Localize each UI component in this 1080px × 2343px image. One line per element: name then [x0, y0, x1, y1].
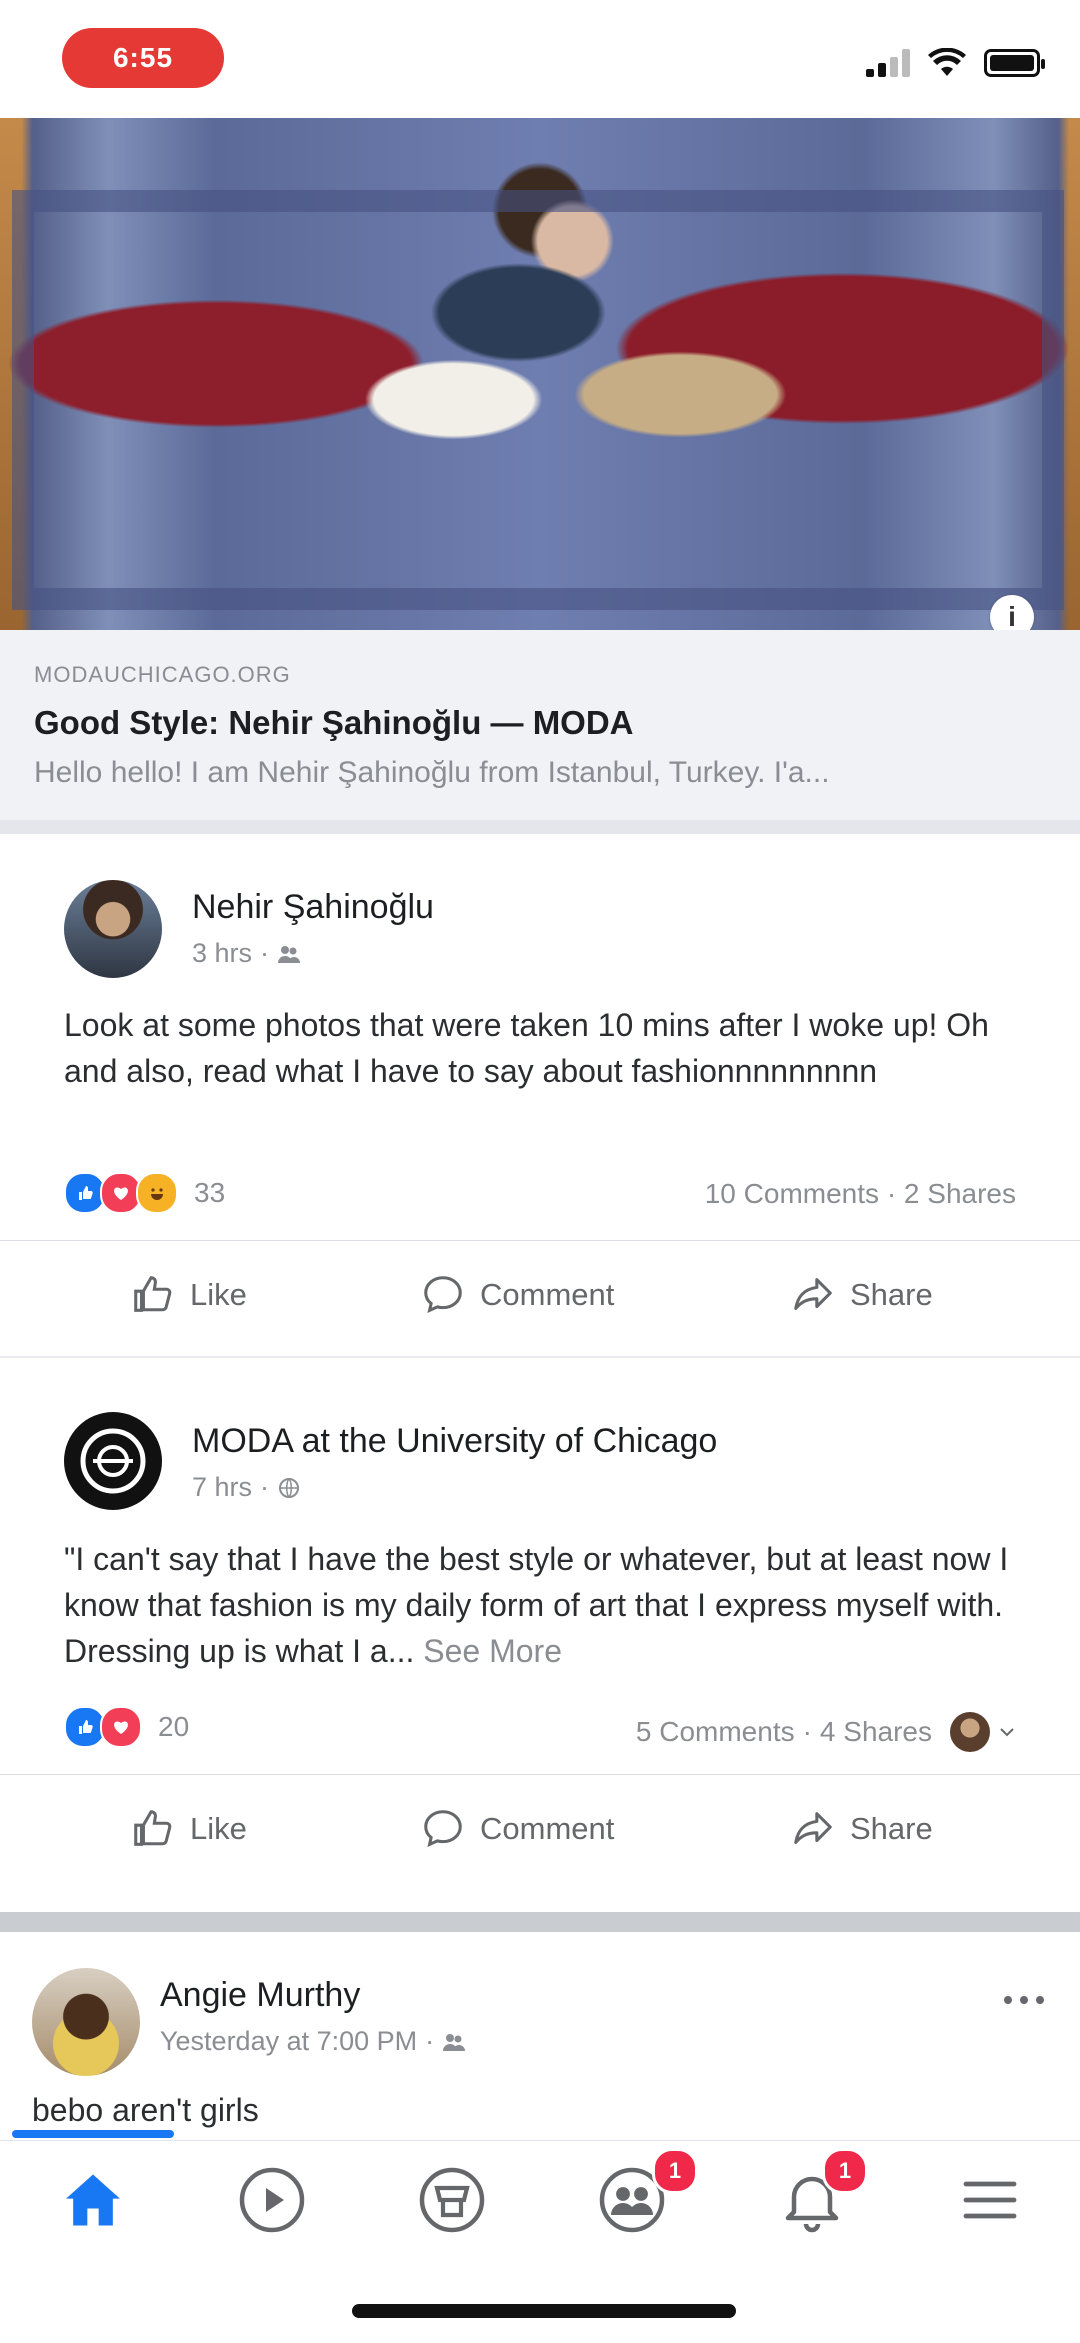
share-icon	[794, 1812, 832, 1844]
tab-watch[interactable]	[232, 2160, 312, 2240]
share-count[interactable]: 2 Shares	[904, 1178, 1016, 1209]
active-tab-indicator	[12, 2130, 174, 2138]
post-separator	[0, 1356, 1080, 1358]
post-author[interactable]: MODA at the University of Chicago	[192, 1422, 717, 1461]
like-icon	[134, 1810, 172, 1846]
groups-badge: 1	[652, 2148, 698, 2194]
post-stats[interactable]: 10 Comments · 2 Shares	[705, 1178, 1016, 1210]
comment-icon	[424, 1276, 462, 1313]
link-description: Hello hello! I am Nehir Şahinoğlu from I…	[34, 756, 830, 789]
link-source: MODAUCHICAGO.ORG	[34, 662, 291, 687]
post-meta: 7 hrs ·	[192, 1472, 301, 1503]
chevron-down-icon[interactable]	[998, 1723, 1016, 1741]
post-meta: 3 hrs ·	[192, 938, 301, 969]
hamburger-menu-icon	[963, 2181, 1017, 2219]
section-divider	[0, 820, 1080, 834]
like-button[interactable]: Like	[130, 1806, 247, 1852]
post-text: bebo aren't girls	[32, 2092, 259, 2128]
battery-icon	[984, 49, 1045, 77]
love-reaction-icon	[100, 1706, 142, 1748]
moda-logo	[80, 1428, 146, 1494]
public-globe-icon	[279, 1477, 300, 1498]
wifi-icon	[928, 48, 966, 76]
share-button[interactable]: Share	[790, 1806, 933, 1852]
post-divider	[0, 1240, 1080, 1241]
see-more-link[interactable]: See More	[423, 1633, 562, 1669]
share-icon	[794, 1278, 832, 1310]
status-icons	[866, 48, 1045, 78]
post-time: 7 hrs	[192, 1472, 253, 1502]
reaction-count: 20	[158, 1711, 190, 1742]
tab-marketplace[interactable]	[412, 2160, 492, 2240]
share-count[interactable]: 4 Shares	[820, 1716, 932, 1748]
reaction-count: 33	[194, 1177, 226, 1208]
post-author[interactable]: Angie Murthy	[160, 1976, 360, 2015]
sharer-avatar[interactable]	[950, 1712, 990, 1752]
post-meta: Yesterday at 7:00 PM ·	[160, 2026, 466, 2057]
screen-recording-pill[interactable]: 6:55	[62, 28, 224, 88]
status-time: 6:55	[112, 42, 174, 73]
link-title: Good Style: Nehir Şahinoğlu — MODA	[34, 704, 634, 741]
comment-count[interactable]: 5 Comments	[636, 1716, 795, 1748]
like-button[interactable]: Like	[130, 1272, 247, 1318]
post-time: Yesterday at 7:00 PM	[160, 2026, 418, 2056]
reaction-summary[interactable]: 20	[64, 1706, 189, 1748]
tab-menu[interactable]	[950, 2160, 1030, 2240]
friends-audience-icon	[278, 945, 301, 963]
section-divider	[0, 1912, 1080, 1932]
avatar-moda[interactable]	[64, 1412, 162, 1510]
comment-count[interactable]: 10 Comments	[705, 1178, 879, 1209]
post-text: Look at some photos that were taken 10 m…	[64, 1007, 989, 1089]
haha-reaction-icon	[136, 1172, 178, 1214]
post-time: 3 hrs	[192, 938, 253, 968]
avatar-nehir[interactable]	[64, 880, 162, 978]
friends-audience-icon	[443, 2033, 466, 2051]
comment-icon	[424, 1810, 462, 1847]
post-options-icon[interactable]	[1000, 1990, 1048, 2010]
post-author[interactable]: Nehir Şahinoğlu	[192, 888, 434, 927]
share-button[interactable]: Share	[790, 1272, 933, 1318]
notifications-badge: 1	[822, 2148, 868, 2194]
watch-video-icon	[239, 2167, 305, 2233]
home-icon	[66, 2174, 120, 2226]
comment-button[interactable]: Comment	[420, 1272, 614, 1318]
like-icon	[134, 1276, 172, 1312]
home-indicator[interactable]	[352, 2304, 736, 2318]
cellular-signal-icon	[866, 49, 910, 77]
post-text: "I can't say that I have the best style …	[64, 1541, 1009, 1669]
avatar-angie[interactable]	[32, 1968, 140, 2076]
tab-home[interactable]	[53, 2160, 133, 2240]
post-stats[interactable]: 5 Comments · 4 Shares	[636, 1712, 1016, 1752]
post-divider	[0, 1774, 1080, 1775]
reaction-summary[interactable]: 33	[64, 1172, 225, 1214]
marketplace-icon	[419, 2167, 485, 2233]
comment-button[interactable]: Comment	[420, 1806, 614, 1852]
rug-pattern	[12, 190, 1064, 610]
